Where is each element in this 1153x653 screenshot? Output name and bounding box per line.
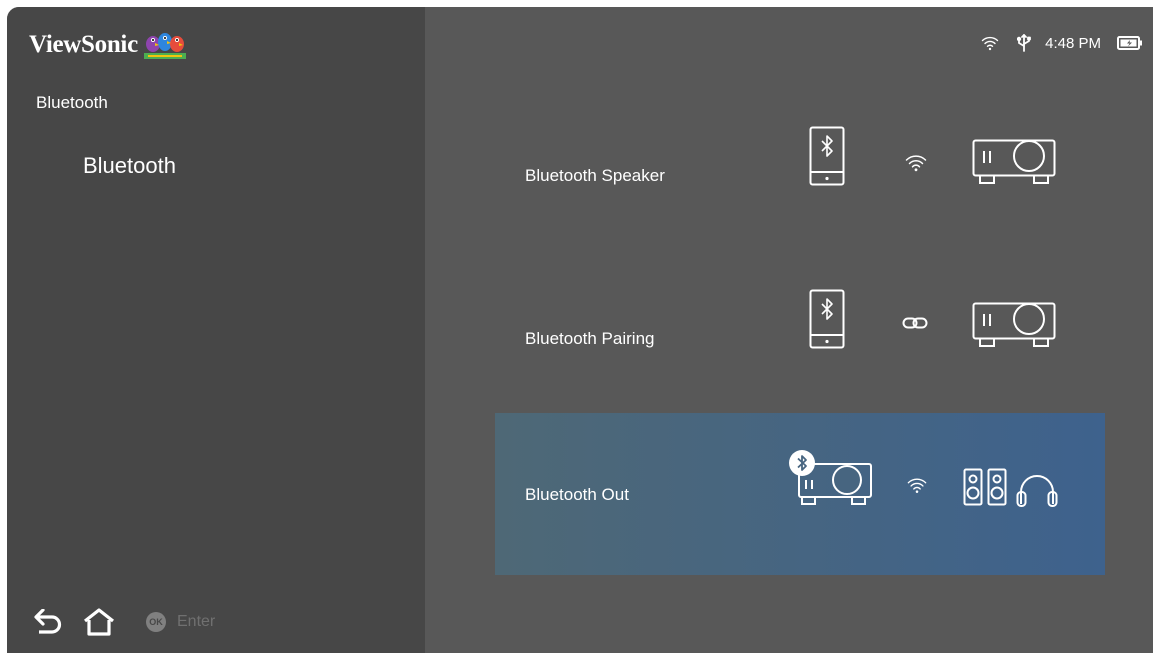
breadcrumb: Bluetooth bbox=[36, 93, 108, 112]
option-label: Bluetooth Pairing bbox=[525, 329, 655, 348]
brand-logo: ViewSonic bbox=[29, 29, 186, 59]
option-label: Bluetooth Out bbox=[525, 485, 629, 504]
speaker-icon bbox=[963, 468, 983, 506]
projector-icon bbox=[972, 139, 1056, 184]
bottom-hint-bar: OK Enter bbox=[33, 607, 215, 637]
wifi-icon bbox=[905, 155, 927, 172]
option-label: Bluetooth Speaker bbox=[525, 166, 665, 185]
brand-name: ViewSonic bbox=[29, 31, 138, 58]
speaker-icon bbox=[987, 468, 1007, 506]
option-bluetooth-pairing[interactable]: Bluetooth Pairing bbox=[495, 258, 1105, 420]
home-icon[interactable] bbox=[82, 608, 116, 636]
clock: 4:48 PM bbox=[1045, 34, 1101, 52]
left-panel: ViewSonic Bluetooth Bluetooth OK Enter bbox=[7, 7, 425, 653]
enter-hint: Enter bbox=[177, 613, 216, 630]
option-bluetooth-speaker[interactable]: Bluetooth Speaker bbox=[495, 95, 1105, 257]
projector-bluetooth-icon bbox=[789, 450, 872, 505]
battery-charging-icon bbox=[1117, 36, 1142, 50]
wifi-icon bbox=[907, 478, 927, 493]
headphones-icon bbox=[1016, 475, 1058, 507]
right-panel: 4:48 PM Bluetooth Speaker Bluetooth Pair… bbox=[425, 7, 1153, 653]
projector-screen: ViewSonic Bluetooth Bluetooth OK Enter 4… bbox=[7, 7, 1153, 653]
phone-bluetooth-icon bbox=[809, 289, 845, 349]
phone-bluetooth-icon bbox=[809, 126, 845, 186]
projector-icon bbox=[972, 302, 1056, 347]
status-bar: 4:48 PM bbox=[923, 31, 1153, 55]
ok-badge: OK bbox=[146, 612, 166, 632]
birds-logo-icon bbox=[143, 33, 186, 59]
wifi-icon bbox=[981, 36, 999, 51]
menu-item-bluetooth[interactable]: Bluetooth bbox=[83, 153, 176, 179]
option-bluetooth-out[interactable]: Bluetooth Out bbox=[495, 413, 1105, 575]
link-icon bbox=[902, 317, 928, 329]
back-arrow-icon[interactable] bbox=[33, 609, 63, 635]
usb-icon bbox=[1017, 34, 1032, 52]
